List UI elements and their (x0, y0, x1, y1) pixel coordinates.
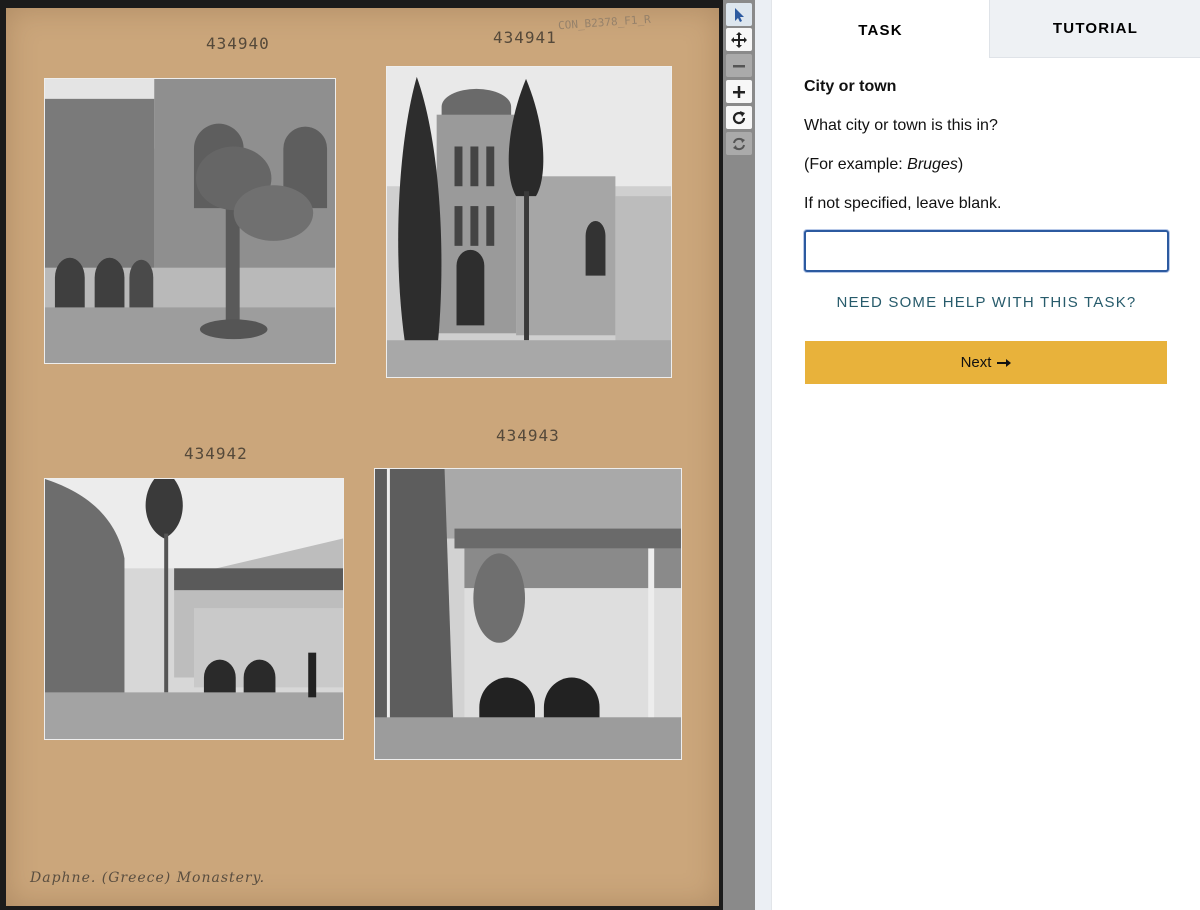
example-suffix: ) (957, 156, 964, 173)
zoom-in-button[interactable] (726, 80, 752, 103)
photograph-arched-courtyard (374, 468, 682, 760)
image-toolbar (723, 0, 755, 910)
sheet-reference-code: CON_B2378_F1_R (557, 12, 652, 33)
task-question: City or town What city or town is this i… (804, 76, 1168, 215)
move-tool-button[interactable] (726, 28, 752, 51)
example-prefix: (For example: (804, 156, 908, 173)
reset-button[interactable] (726, 132, 752, 155)
reset-icon (733, 137, 745, 150)
photograph-courtyard-tree (44, 78, 336, 364)
tab-task[interactable]: TASK (772, 0, 989, 58)
archive-sheet: CON_B2378_F1_R 434940 434941 434942 4349… (6, 8, 719, 906)
example-value: Bruges (907, 156, 958, 173)
photo-accession-number: 434940 (206, 34, 270, 53)
panel-tabs: TASK TUTORIAL (772, 0, 1200, 58)
move-icon (731, 31, 747, 48)
photo-accession-number: 434942 (184, 444, 248, 463)
next-button[interactable]: Next (805, 341, 1167, 384)
pointer-icon (735, 7, 744, 22)
question-prompt: What city or town is this in? (804, 117, 998, 134)
subject-image-viewer[interactable]: CON_B2378_F1_R 434940 434941 434942 4349… (0, 0, 723, 910)
question-instruction: If not specified, leave blank. (804, 195, 1002, 212)
tab-tutorial[interactable]: TUTORIAL (989, 0, 1200, 58)
zoom-out-button[interactable] (726, 54, 752, 77)
sheet-handwritten-caption: Daphne. (Greece) Monastery. (30, 870, 266, 886)
panel-gutter (755, 0, 771, 910)
photo-accession-number: 434941 (493, 28, 557, 47)
city-town-answer-field[interactable] (804, 230, 1169, 272)
annotate-tool-button[interactable] (726, 3, 752, 26)
photo-accession-number: 434943 (496, 426, 560, 445)
task-help-link[interactable]: NEED SOME HELP WITH THIS TASK? (804, 294, 1169, 311)
photograph-cloister-building (44, 478, 344, 740)
rotate-icon (732, 110, 746, 124)
rotate-button[interactable] (726, 106, 752, 129)
photograph-church-facade (386, 66, 672, 378)
question-title: City or town (804, 78, 897, 95)
question-example: (For example: Bruges) (804, 154, 1168, 176)
zoom-in-icon (733, 85, 745, 98)
task-panel: TASK TUTORIAL City or town What city or … (771, 0, 1200, 910)
arrow-right-icon (997, 358, 1012, 367)
zoom-out-icon (733, 64, 745, 67)
next-button-label: Next (960, 354, 992, 371)
